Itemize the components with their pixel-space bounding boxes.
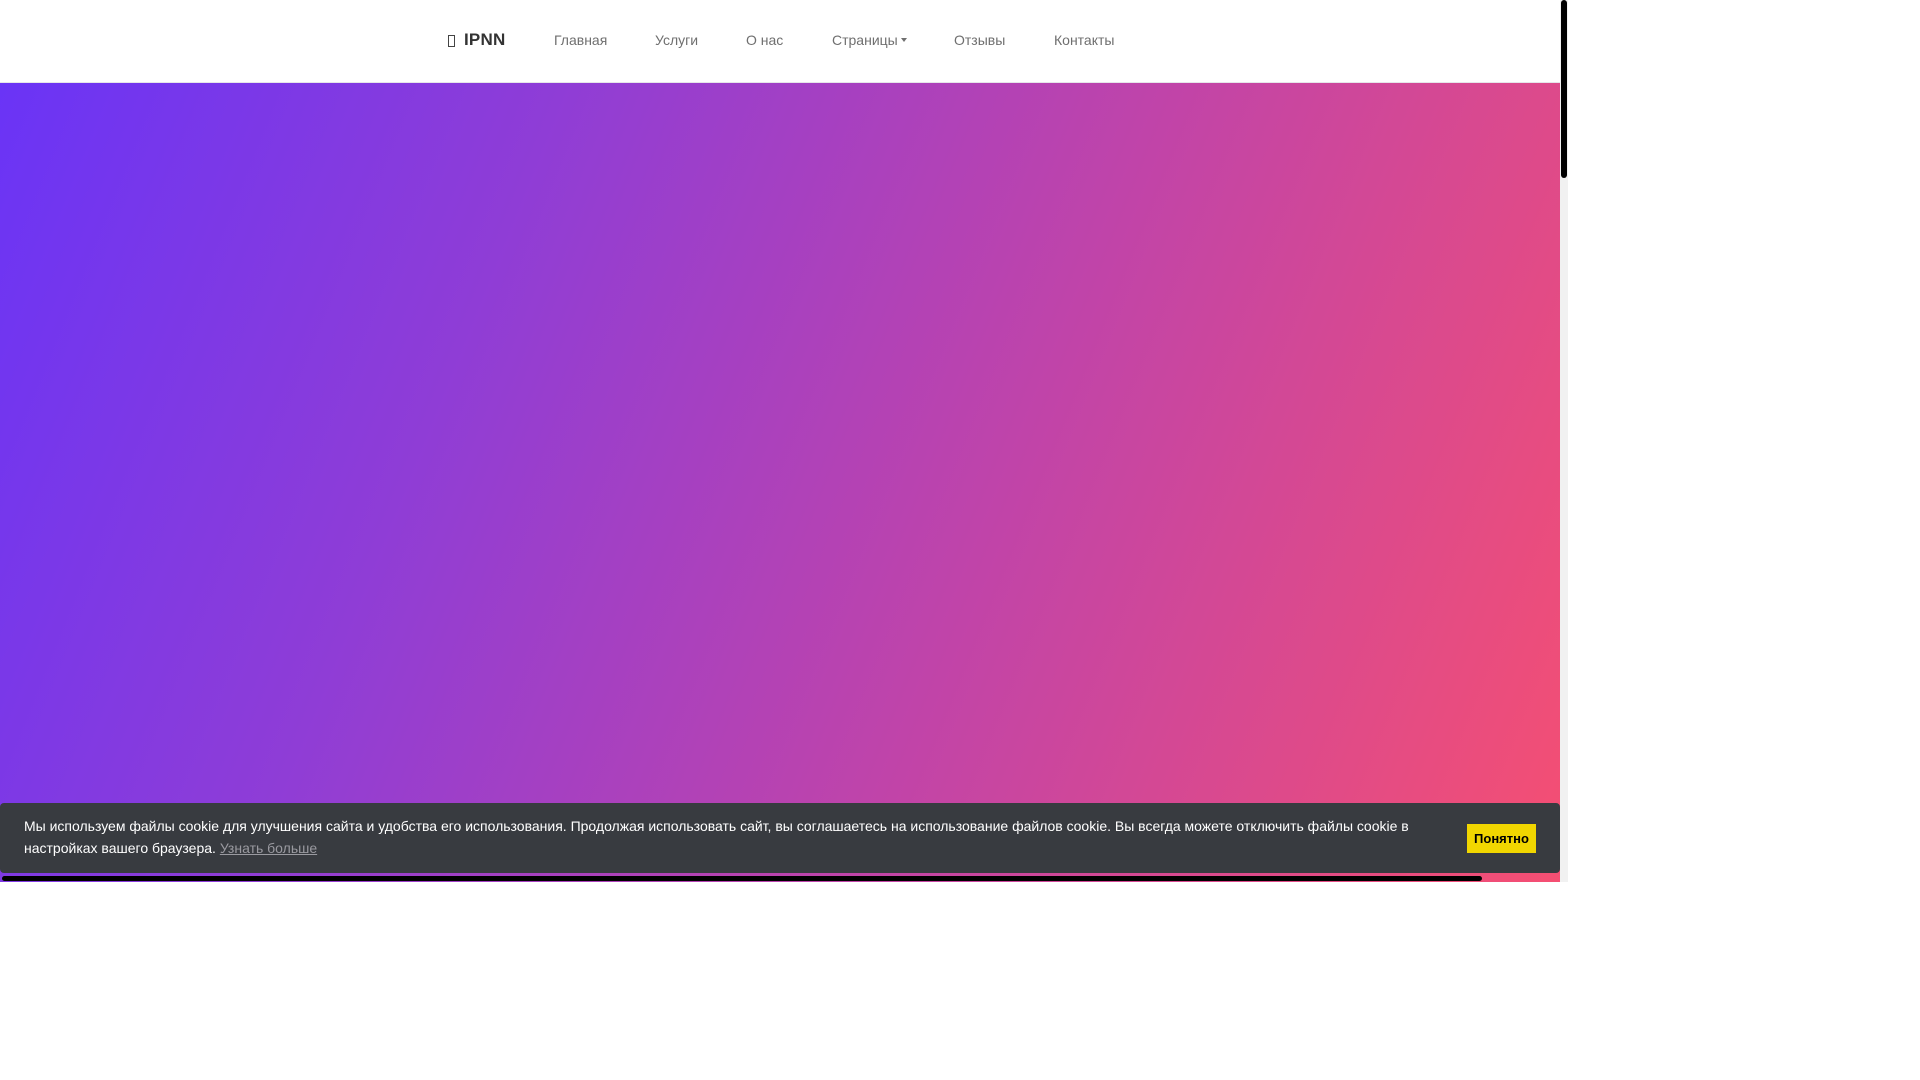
cookie-message: Мы используем файлы cookie для улучшения…: [24, 815, 1444, 859]
cookie-accept-button[interactable]: Понятно: [1467, 824, 1536, 853]
brand-link[interactable]: IPNN: [448, 30, 505, 50]
hero-gradient-section: [0, 83, 1560, 882]
caret-down-icon: [900, 38, 907, 42]
vertical-scrollbar-thumb[interactable]: [1561, 0, 1567, 178]
cookie-learn-more-link[interactable]: Узнать больше: [220, 840, 317, 856]
cookie-consent-banner: Мы используем файлы cookie для улучшения…: [0, 803, 1560, 873]
top-navbar: IPNN Главная Услуги О нас Страницы Отзыв…: [0, 0, 1560, 83]
nav-link-contacts[interactable]: Контакты: [1054, 32, 1114, 48]
horizontal-scrollbar-thumb[interactable]: [2, 876, 1482, 881]
brand-name: IPNN: [464, 30, 506, 49]
page: IPNN Главная Услуги О нас Страницы Отзыв…: [0, 0, 1568, 882]
nav-dropdown-pages-label: Страницы: [832, 32, 898, 48]
vertical-scrollbar[interactable]: [1560, 0, 1568, 882]
nav-dropdown-pages[interactable]: Страницы: [832, 32, 907, 48]
nav-link-reviews[interactable]: Отзывы: [954, 32, 1005, 48]
nav-link-about[interactable]: О нас: [746, 32, 783, 48]
nav-link-home[interactable]: Главная: [554, 32, 607, 48]
bookmark-icon: [448, 35, 455, 47]
nav-link-services[interactable]: Услуги: [655, 32, 698, 48]
